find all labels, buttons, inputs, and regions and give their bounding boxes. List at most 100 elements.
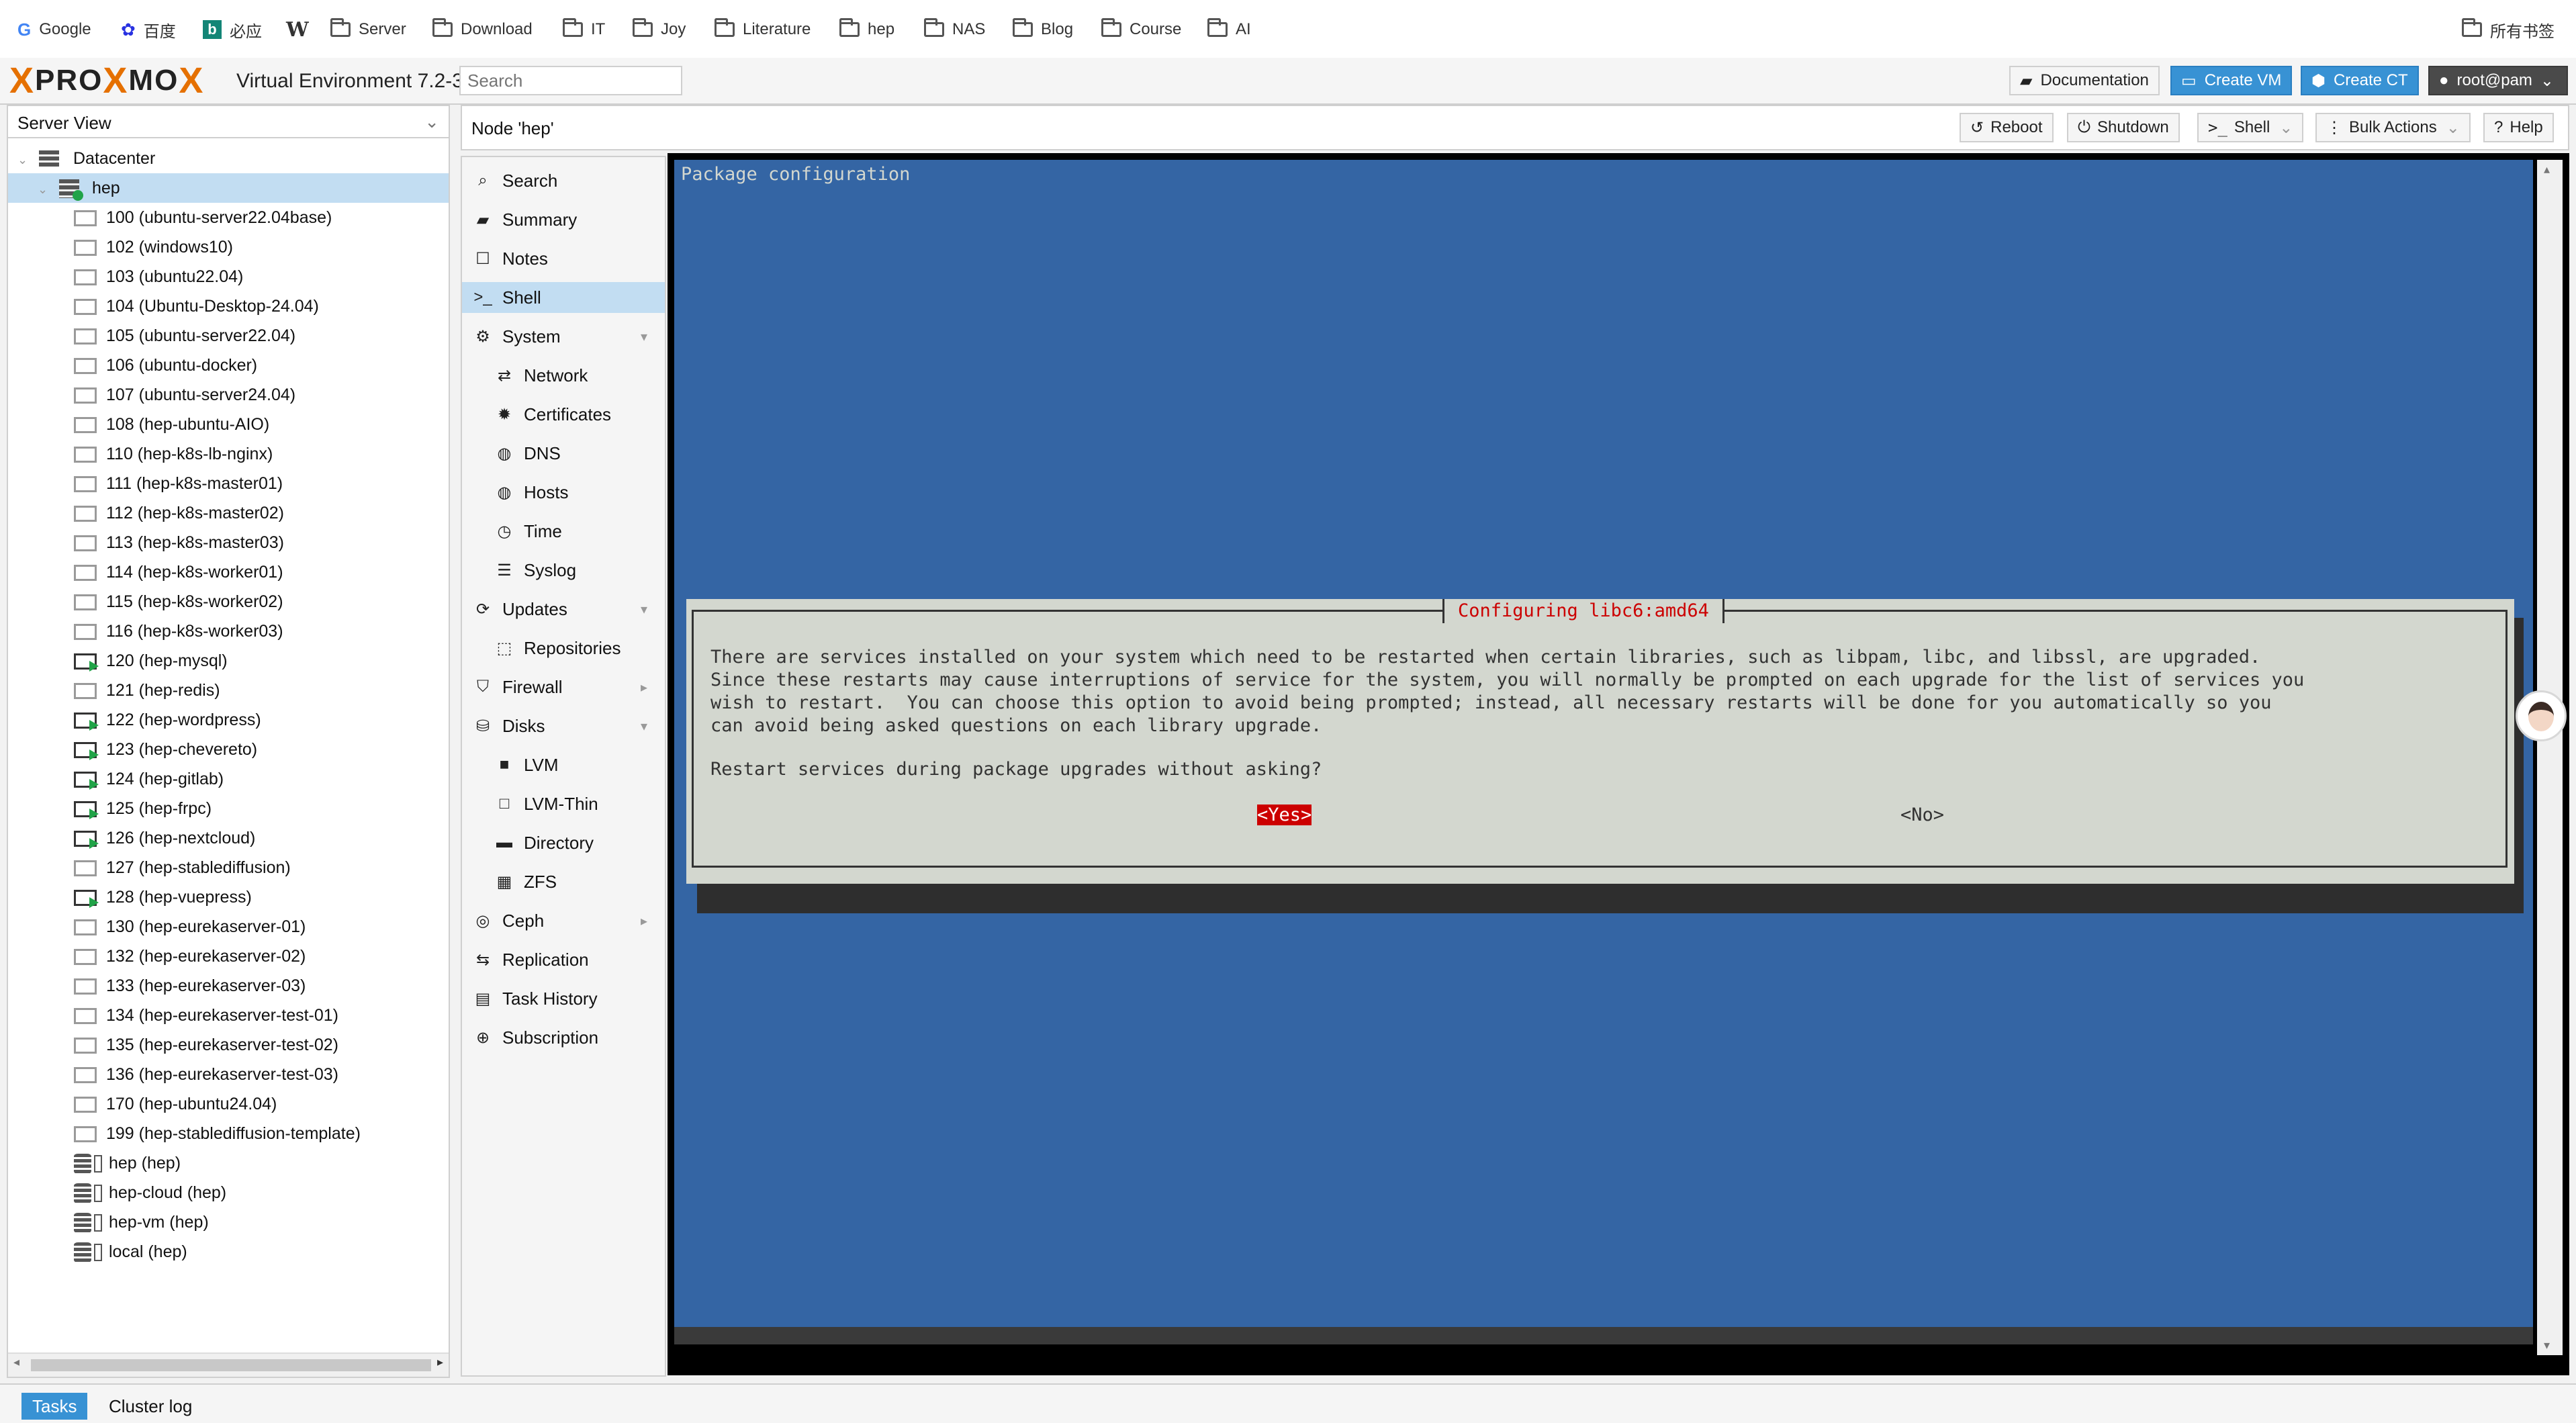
tree-guest[interactable]: 133 (hep-eurekaserver-03) [8, 971, 449, 1001]
bookmark-bing[interactable]: b 必应 [203, 16, 262, 43]
tree-guest[interactable]: 134 (hep-eurekaserver-test-01) [8, 1001, 449, 1030]
nav-item-certificates[interactable]: ✹ Certificates [462, 399, 665, 430]
tree-guest[interactable]: 110 (hep-k8s-lb-nginx) [8, 439, 449, 469]
nav-item-directory[interactable]: ▬ Directory [462, 827, 665, 858]
tree-guest[interactable]: 170 (hep-ubuntu24.04) [8, 1089, 449, 1119]
view-selector[interactable]: Server View ⌄ [8, 106, 449, 138]
nav-item-shell[interactable]: >_ Shell [462, 282, 665, 313]
nav-item-search[interactable]: ⌕ Search [462, 165, 665, 196]
nav-item-time[interactable]: ◷ Time [462, 516, 665, 547]
nav-item-network[interactable]: ⇄ Network [462, 360, 665, 391]
shell-button[interactable]: >_ Shell ⌄ [2197, 113, 2304, 142]
nav-item-lvm-thin[interactable]: □ LVM-Thin [462, 788, 665, 819]
create-ct-button[interactable]: ⬢ Create CT [2301, 66, 2419, 95]
nav-item-notes[interactable]: ☐ Notes [462, 243, 665, 274]
tree-storage[interactable]: hep (hep) [8, 1148, 449, 1178]
tree-guest[interactable]: 103 (ubuntu22.04) [8, 262, 449, 291]
bookmark-folder-joy[interactable]: Joy [633, 16, 686, 43]
tree-guest[interactable]: 102 (windows10) [8, 232, 449, 262]
shell-terminal[interactable]: Package configuration Configuring libc6:… [668, 153, 2569, 1375]
tree-guest[interactable]: 115 (hep-k8s-worker02) [8, 587, 449, 616]
nav-item-hosts[interactable]: ◍ Hosts [462, 477, 665, 508]
tab-tasks[interactable]: Tasks [21, 1393, 88, 1420]
tree-guest[interactable]: 132 (hep-eurekaserver-02) [8, 942, 449, 971]
tree-guest[interactable]: 135 (hep-eurekaserver-test-02) [8, 1030, 449, 1060]
tab-cluster-log[interactable]: Cluster log [98, 1393, 203, 1420]
scrollbar-thumb[interactable] [31, 1359, 431, 1371]
tree-guest[interactable]: 113 (hep-k8s-master03) [8, 528, 449, 557]
nav-item-summary[interactable]: ▰ Summary [462, 204, 665, 235]
bookmark-folder-literature[interactable]: Literature [715, 16, 811, 43]
nav-item-disks[interactable]: ⛁ Disks ▾ [462, 710, 665, 741]
tree-node-hep[interactable]: ⌄ hep [8, 173, 449, 203]
nav-item-lvm[interactable]: ■ LVM [462, 749, 665, 780]
nav-item-replication[interactable]: ⇆ Replication [462, 944, 665, 975]
tree-guest[interactable]: 121 (hep-redis) [8, 676, 449, 705]
all-bookmarks[interactable]: 所有书签 [2462, 16, 2555, 43]
bookmark-folder-ai[interactable]: AI [1207, 16, 1251, 43]
search-input[interactable] [459, 66, 682, 95]
tree-guest[interactable]: 128 (hep-vuepress) [8, 882, 449, 912]
bookmark-folder-blog[interactable]: Blog [1013, 16, 1073, 43]
tree-guest[interactable]: 114 (hep-k8s-worker01) [8, 557, 449, 587]
tree-guest[interactable]: 100 (ubuntu-server22.04base) [8, 203, 449, 232]
nav-item-repositories[interactable]: ⬚ Repositories [462, 633, 665, 663]
nav-item-zfs[interactable]: ▦ ZFS [462, 866, 665, 897]
shutdown-button[interactable]: ⏻ Shutdown [2067, 113, 2180, 142]
bookmark-google[interactable]: G Google [17, 16, 91, 43]
tree-horizontal-scrollbar[interactable]: ◂ ▸ [8, 1352, 449, 1377]
tree-guest[interactable]: 104 (Ubuntu-Desktop-24.04) [8, 291, 449, 321]
tree-guest[interactable]: 126 (hep-nextcloud) [8, 823, 449, 853]
tree-storage[interactable]: hep-cloud (hep) [8, 1178, 449, 1207]
tree-guest[interactable]: 112 (hep-k8s-master02) [8, 498, 449, 528]
expanded-icon[interactable]: ▾ [641, 718, 647, 735]
documentation-button[interactable]: ▰ Documentation [2009, 66, 2160, 95]
tree-guest[interactable]: 136 (hep-eurekaserver-test-03) [8, 1060, 449, 1089]
nav-item-dns[interactable]: ◍ DNS [462, 438, 665, 469]
tree-datacenter[interactable]: ⌄ Datacenter [8, 144, 449, 173]
nav-item-syslog[interactable]: ☰ Syslog [462, 555, 665, 586]
nav-item-system[interactable]: ⚙ System ▾ [462, 321, 665, 352]
nav-item-subscription[interactable]: ⊕ Subscription [462, 1022, 665, 1053]
reboot-button[interactable]: ↺ Reboot [1960, 113, 2054, 142]
tree-guest[interactable]: 107 (ubuntu-server24.04) [8, 380, 449, 410]
terminal-vertical-scrollbar[interactable]: ▴ ▾ [2537, 160, 2563, 1355]
tree-storage[interactable]: hep-vm (hep) [8, 1207, 449, 1237]
nav-item-ceph[interactable]: ◎ Ceph ▸ [462, 905, 665, 936]
tree-guest[interactable]: 123 (hep-chevereto) [8, 735, 449, 764]
expanded-icon[interactable]: ▾ [641, 601, 647, 618]
tree-guest[interactable]: 111 (hep-k8s-master01) [8, 469, 449, 498]
bookmark-folder-it[interactable]: IT [563, 16, 605, 43]
bookmark-folder-server[interactable]: Server [330, 16, 406, 43]
nav-item-task-history[interactable]: ▤ Task History [462, 983, 665, 1014]
tree-guest[interactable]: 125 (hep-frpc) [8, 794, 449, 823]
tree-guest[interactable]: 106 (ubuntu-docker) [8, 351, 449, 380]
help-button[interactable]: ? Help [2483, 113, 2554, 142]
proxmox-logo[interactable]: X PRO X MO X [9, 60, 204, 101]
create-vm-button[interactable]: ▭ Create VM [2170, 66, 2293, 95]
tree-guest[interactable]: 120 (hep-mysql) [8, 646, 449, 676]
yes-button[interactable]: <Yes> [1257, 805, 1312, 825]
bookmark-folder-hep[interactable]: hep [839, 16, 894, 43]
bookmark-folder-course[interactable]: Course [1101, 16, 1181, 43]
bookmark-wikipedia[interactable]: W [286, 16, 317, 43]
tree-storage[interactable]: local (hep) [8, 1237, 449, 1267]
expanded-icon[interactable]: ▾ [641, 328, 647, 345]
collapsed-icon[interactable]: ▸ [641, 913, 647, 929]
tree-guest[interactable]: 199 (hep-stablediffusion-template) [8, 1119, 449, 1148]
nav-item-firewall[interactable]: ⛉ Firewall ▸ [462, 672, 665, 702]
nav-item-updates[interactable]: ⟳ Updates ▾ [462, 594, 665, 625]
tree-guest[interactable]: 122 (hep-wordpress) [8, 705, 449, 735]
tree-guest[interactable]: 105 (ubuntu-server22.04) [8, 321, 449, 351]
collapsed-icon[interactable]: ▸ [641, 679, 647, 696]
tree-guest[interactable]: 127 (hep-stablediffusion) [8, 853, 449, 882]
assistant-avatar[interactable] [2516, 690, 2567, 741]
tree-guest[interactable]: 130 (hep-eurekaserver-01) [8, 912, 449, 942]
bookmark-baidu[interactable]: ✿ 百度 [121, 16, 176, 43]
tree-guest[interactable]: 116 (hep-k8s-worker03) [8, 616, 449, 646]
bulk-actions-button[interactable]: ⋮ Bulk Actions ⌄ [2315, 113, 2471, 142]
bookmark-folder-download[interactable]: Download [432, 16, 533, 43]
no-button[interactable]: <No> [1900, 805, 1944, 825]
tree-guest[interactable]: 108 (hep-ubuntu-AIO) [8, 410, 449, 439]
bookmark-folder-nas[interactable]: NAS [924, 16, 985, 43]
